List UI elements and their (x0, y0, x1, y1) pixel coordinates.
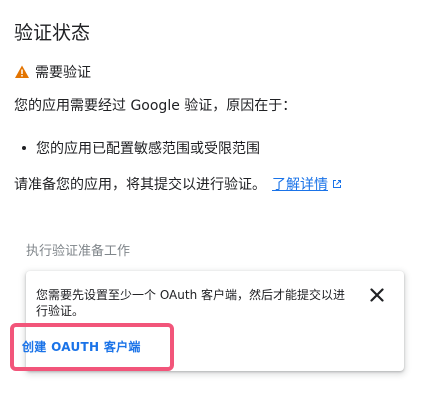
bullet-dot (22, 146, 26, 150)
verification-description: 您的应用需要经过 Google 验证，原因在于： (14, 98, 297, 114)
create-oauth-client-button[interactable]: 创建 OAUTH 客户端 (22, 338, 141, 355)
prepare-instructions: 请准备您的应用，将其提交以进行验证。 了解详情 (14, 174, 343, 194)
page-title: 验证状态 (14, 22, 91, 44)
verification-status-panel: 验证状态 需要验证 您的应用需要经过 Google 验证，原因在于： 您的应用已… (0, 0, 429, 400)
warning-icon (14, 64, 30, 80)
learn-more-link[interactable]: 了解详情 (272, 177, 343, 193)
close-button[interactable] (366, 285, 388, 307)
step-label: 执行验证准备工作 (26, 244, 131, 259)
verification-required-status: 需要验证 (14, 62, 91, 82)
close-icon (370, 287, 384, 306)
warning-label: 需要验证 (35, 65, 91, 81)
reason-text: 您的应用已配置敏感范围或受限范围 (36, 141, 260, 157)
external-link-icon (331, 178, 343, 190)
list-item: 您的应用已配置敏感范围或受限范围 (22, 138, 260, 158)
learn-more-label: 了解详情 (272, 177, 328, 193)
card-message: 您需要先设置至少一个 OAuth 客户端，然后才能提交以进行验证。 (36, 288, 345, 318)
reason-list: 您的应用已配置敏感范围或受限范围 (22, 138, 260, 158)
prepare-text: 请准备您的应用，将其提交以进行验证。 (14, 177, 266, 193)
